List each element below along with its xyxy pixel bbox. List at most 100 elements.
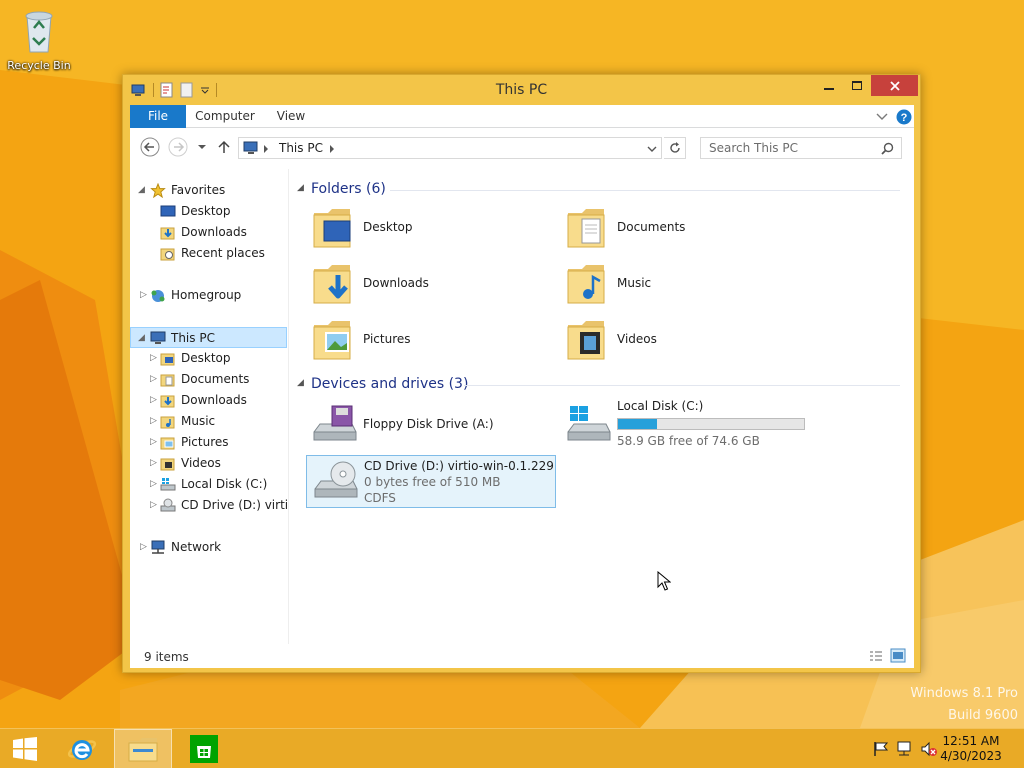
nav-network[interactable]: ▷ Network	[130, 537, 287, 558]
collapse-arrow-icon[interactable]: ◢	[138, 180, 148, 201]
nav-thispc-documents[interactable]: ▷ Documents	[130, 369, 287, 390]
expand-arrow-icon[interactable]: ▷	[150, 369, 160, 390]
group-header-devices[interactable]: ◢ Devices and drives (3)	[290, 374, 900, 396]
taskbar-internet-explorer[interactable]	[58, 729, 106, 768]
store-icon	[190, 735, 218, 763]
nav-item-label: Local Disk (C:)	[181, 477, 268, 491]
address-history-chevron-icon[interactable]	[647, 144, 657, 154]
recycle-bin[interactable]: Recycle Bin	[4, 6, 74, 72]
downloads-folder-icon	[160, 395, 175, 408]
local-disk-icon	[160, 478, 176, 491]
large-icons-view-icon[interactable]	[890, 648, 906, 663]
breadcrumb-separator-icon[interactable]	[263, 145, 269, 153]
tab-file[interactable]: File	[130, 105, 186, 128]
collapse-arrow-icon[interactable]: ◢	[297, 378, 304, 388]
folder-music[interactable]: Music	[560, 258, 810, 310]
up-button[interactable]	[214, 137, 234, 157]
nav-favorites-recent-places[interactable]: Recent places	[130, 243, 287, 264]
nav-thispc-videos[interactable]: ▷ Videos	[130, 453, 287, 474]
taskbar-file-explorer[interactable]	[114, 729, 172, 768]
expand-arrow-icon[interactable]: ▷	[150, 348, 160, 369]
star-icon	[150, 183, 166, 198]
network-tray-icon[interactable]	[896, 741, 914, 757]
nav-homegroup[interactable]: ▷ Homegroup	[130, 285, 287, 306]
svg-text:?: ?	[901, 112, 908, 124]
navigation-pane: ◢ Favorites Desktop Downloads Recent pla…	[130, 169, 289, 644]
group-divider	[464, 385, 900, 386]
recent-locations-button[interactable]	[192, 137, 212, 157]
folder-downloads[interactable]: Downloads	[306, 258, 556, 310]
expand-arrow-icon[interactable]: ▷	[150, 495, 160, 516]
drive-floppy[interactable]: Floppy Disk Drive (A:)	[306, 399, 556, 451]
desktop-folder-icon	[313, 209, 351, 248]
expand-ribbon-chevron-icon[interactable]	[876, 112, 888, 122]
watermark-edition: Windows 8.1 Pro	[910, 686, 1018, 701]
nav-thispc-local-disk[interactable]: ▷ Local Disk (C:)	[130, 474, 287, 495]
breadcrumb-separator-icon[interactable]	[329, 145, 335, 153]
drive-cd-d[interactable]: CD Drive (D:) virtio-win-0.1.229 0 bytes…	[306, 455, 556, 508]
folder-desktop[interactable]: Desktop	[306, 202, 556, 254]
nav-thispc-pictures[interactable]: ▷ Pictures	[130, 432, 287, 453]
cd-drive-icon	[160, 498, 176, 512]
expand-arrow-icon[interactable]: ▷	[140, 537, 150, 558]
search-icon[interactable]	[881, 142, 894, 155]
music-folder-icon	[567, 265, 605, 304]
title-bar[interactable]: This PC	[123, 75, 920, 103]
nav-item-label: Downloads	[181, 225, 247, 239]
expand-arrow-icon[interactable]: ▷	[150, 474, 160, 495]
nav-item-label: Pictures	[181, 435, 229, 449]
mouse-cursor-icon	[657, 571, 671, 591]
action-center-flag-icon[interactable]	[872, 741, 890, 757]
pictures-folder-icon	[160, 437, 175, 450]
folder-documents[interactable]: Documents	[560, 202, 810, 254]
maximize-icon	[851, 80, 862, 90]
chevron-down-icon	[198, 145, 206, 149]
maximize-button[interactable]	[843, 75, 870, 96]
nav-favorites-label: Favorites	[171, 183, 226, 197]
nav-item-label: CD Drive (D:) virtio-win-0.1.229	[181, 498, 287, 512]
expand-arrow-icon[interactable]: ▷	[140, 285, 150, 306]
nav-thispc-downloads[interactable]: ▷ Downloads	[130, 390, 287, 411]
nav-favorites-desktop[interactable]: Desktop	[130, 201, 287, 222]
minimize-button[interactable]	[815, 75, 842, 96]
forward-button[interactable]	[168, 137, 188, 157]
expand-arrow-icon[interactable]: ▷	[150, 411, 160, 432]
group-title-folders: Folders (6)	[311, 181, 386, 197]
refresh-button[interactable]	[664, 137, 686, 159]
refresh-icon	[669, 142, 680, 153]
cd-drive-icon	[314, 461, 358, 498]
nav-favorites-downloads[interactable]: Downloads	[130, 222, 287, 243]
expand-arrow-icon[interactable]: ▷	[150, 390, 160, 411]
taskbar-store[interactable]	[180, 729, 228, 768]
group-header-folders[interactable]: ◢ Folders (6)	[290, 179, 900, 201]
tab-computer[interactable]: Computer	[192, 105, 258, 128]
system-clock[interactable]: 12:51 AM 4/30/2023	[936, 734, 1006, 764]
start-button[interactable]	[0, 729, 50, 768]
back-button[interactable]	[140, 137, 160, 157]
folder-name: Music	[617, 276, 652, 290]
expand-arrow-icon[interactable]: ▷	[150, 453, 160, 474]
folder-pictures[interactable]: Pictures	[306, 314, 556, 366]
help-icon[interactable]: ?	[896, 109, 912, 125]
nav-thispc-cd-drive[interactable]: ▷ CD Drive (D:) virtio-win-0.1.229	[130, 495, 287, 516]
nav-thispc-music[interactable]: ▷ Music	[130, 411, 287, 432]
close-button[interactable]	[871, 75, 918, 96]
tab-view[interactable]: View	[270, 105, 312, 128]
details-view-icon[interactable]	[868, 649, 884, 663]
collapse-arrow-icon[interactable]: ◢	[138, 328, 148, 347]
drive-local-disk-c[interactable]: Local Disk (C:) 58.9 GB free of 74.6 GB	[560, 399, 810, 451]
nav-item-label: Desktop	[181, 204, 231, 218]
search-box[interactable]: Search This PC	[700, 137, 902, 159]
nav-thispc-desktop[interactable]: ▷ Desktop	[130, 348, 287, 369]
expand-arrow-icon[interactable]: ▷	[150, 432, 160, 453]
window-body: File Computer View ? This PC Search This…	[130, 105, 914, 668]
nav-favorites[interactable]: ◢ Favorites	[130, 180, 287, 201]
breadcrumb-this-pc[interactable]: This PC	[279, 141, 323, 155]
desktop-icon	[160, 205, 176, 217]
address-bar[interactable]: This PC	[238, 137, 662, 159]
nav-this-pc[interactable]: ◢ This PC	[130, 327, 287, 348]
explorer-window: This PC File Computer View ? This PC Sea…	[122, 74, 921, 673]
collapse-arrow-icon[interactable]: ◢	[297, 183, 304, 193]
folder-videos[interactable]: Videos	[560, 314, 810, 366]
videos-folder-icon	[567, 321, 605, 360]
